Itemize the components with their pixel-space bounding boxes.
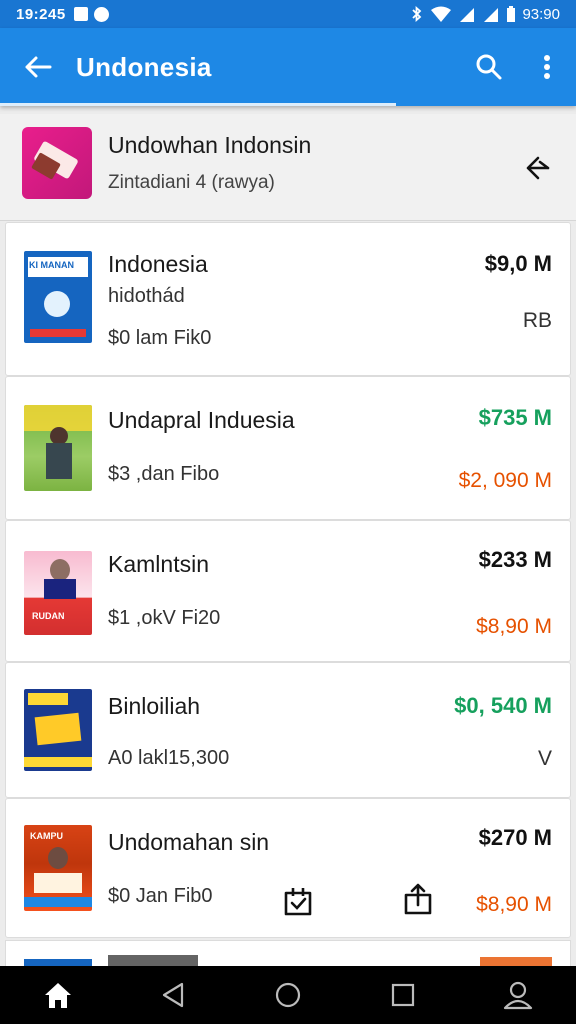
item-subtitle: A0 lakl15,300 xyxy=(108,747,230,769)
save-button[interactable] xyxy=(278,881,318,921)
bag-upload-icon xyxy=(404,883,432,915)
signal-icon xyxy=(460,8,475,22)
square-recents-icon xyxy=(392,983,415,1007)
header-thumbnail xyxy=(22,127,92,199)
item-secondary-value: V xyxy=(537,747,552,770)
messenger-icon xyxy=(93,6,109,22)
header-name: Undowhan Indonsin xyxy=(108,132,312,158)
search-button[interactable] xyxy=(460,28,518,106)
bluetooth-icon xyxy=(412,6,422,22)
item-price: $233 M xyxy=(478,547,552,572)
header-subtitle: Zintadiani 4 (rawya) xyxy=(108,172,275,193)
nav-home-button[interactable] xyxy=(28,966,88,1024)
wifi-icon xyxy=(431,6,452,22)
item-subtitle: $0 Jan Fib0 xyxy=(108,885,213,907)
item-subtitle: $3 ,dan Fibo xyxy=(108,463,220,485)
list-item[interactable]: Undapral Induesia $3 ,dan Fibo $735 M $2… xyxy=(5,376,571,520)
status-bar: 19:245 93:90 xyxy=(0,0,576,28)
nav-home-circle-button[interactable] xyxy=(258,966,318,1024)
signal-icon-2 xyxy=(484,8,499,22)
cover-label: KAMPU xyxy=(30,831,63,841)
item-thumbnail: RUDAN xyxy=(24,551,92,635)
expand-arrows-icon xyxy=(526,156,550,180)
item-title: Kamlntsin xyxy=(108,551,209,577)
item-thumbnail: KAMPU xyxy=(24,825,92,911)
battery-icon xyxy=(507,6,516,22)
item-subtitle: hidothád xyxy=(108,285,185,307)
nav-profile-button[interactable] xyxy=(488,966,548,1024)
search-icon xyxy=(476,54,502,80)
user-icon xyxy=(504,981,533,1010)
nav-back-button[interactable] xyxy=(143,966,203,1024)
triangle-back-icon xyxy=(162,982,183,1008)
item-title: Binloiliah xyxy=(108,693,201,719)
status-clock: 93:90 xyxy=(522,5,560,23)
item-secondary-value: $8,90 M xyxy=(476,615,552,638)
circle-home-icon xyxy=(275,982,301,1008)
back-button[interactable] xyxy=(0,28,76,106)
arrow-left-icon xyxy=(25,56,52,78)
list-item-partial[interactable] xyxy=(5,940,571,967)
item-thumbnail xyxy=(24,689,92,771)
system-nav-bar xyxy=(0,966,576,1024)
share-button[interactable] xyxy=(398,879,438,919)
list-item[interactable]: RUDAN Kamlntsin $1 ,okV Fi20 $233 M $8,9… xyxy=(5,520,571,662)
more-vert-icon xyxy=(544,55,550,79)
app-bar: Undonesia xyxy=(0,28,576,106)
item-title: Undapral Induesia xyxy=(108,407,295,433)
item-price: $735 M xyxy=(478,405,552,430)
tab-indicator xyxy=(0,103,396,106)
more-options-button[interactable] xyxy=(518,28,576,106)
item-price: $270 M xyxy=(478,825,552,850)
item-subtitle: $1 ,okV Fi20 xyxy=(108,607,221,629)
item-secondary-value: RB xyxy=(522,309,552,332)
item-secondary-value: $2, 090 M xyxy=(458,469,552,492)
item-secondary-value: $8,90 M xyxy=(476,893,552,916)
page-title: Undonesia xyxy=(76,51,212,82)
status-time: 19:245 xyxy=(16,5,66,23)
header-action-button[interactable] xyxy=(518,148,558,188)
nav-recents-button[interactable] xyxy=(373,966,433,1024)
cover-label: KI MANAN xyxy=(29,260,74,270)
cover-label: RUDAN xyxy=(32,611,65,621)
list-item[interactable]: Binloiliah A0 lakl15,300 $0, 540 M V xyxy=(5,662,571,798)
item-price: $0, 540 M xyxy=(454,693,552,718)
list-item[interactable]: KI MANAN Indonesia hidothád $0 lam Fik0 … xyxy=(5,222,571,376)
item-price: $9,0 M xyxy=(484,251,552,276)
notification-icon xyxy=(73,7,88,21)
item-thumbnail xyxy=(24,405,92,491)
item-thumbnail: KI MANAN xyxy=(24,251,92,343)
item-title: Indonesia xyxy=(108,251,208,277)
list-item[interactable]: KAMPU Undomahan sin $0 Jan Fib0 $270 M $… xyxy=(5,798,571,938)
item-detail: $0 lam Fik0 xyxy=(108,327,212,349)
calendar-check-icon xyxy=(284,888,312,916)
home-icon xyxy=(44,983,71,1008)
header-card[interactable]: Undowhan Indonsin Zintadiani 4 (rawya) xyxy=(0,114,576,221)
item-title: Undomahan sin xyxy=(108,829,270,855)
